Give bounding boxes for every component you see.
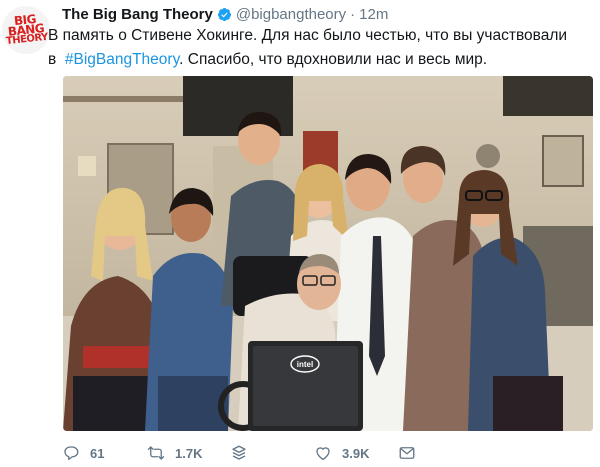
reply-count: 61 <box>90 445 105 461</box>
tweet-text-suffix: . Спасибо, что вдохновили нас и весь мир… <box>179 51 488 68</box>
like-count: 3.9K <box>342 445 370 461</box>
verified-badge-icon <box>217 7 232 22</box>
hashtag-link[interactable]: #BigBangTheory <box>65 51 179 68</box>
laptop-brand-label: intel <box>297 360 313 369</box>
retweet-count: 1.7K <box>175 445 203 461</box>
author-name[interactable]: The Big Bang Theory <box>62 6 213 23</box>
reply-icon <box>64 446 79 461</box>
tweet-timestamp[interactable]: 12m <box>359 6 388 23</box>
stack-button[interactable] <box>230 441 258 465</box>
retweet-button[interactable]: 1.7K <box>147 441 202 465</box>
avatar[interactable]: BIG BANG THEORY <box>0 3 53 57</box>
action-bar: 61 1.7K 3.9K <box>62 441 592 465</box>
cast-photo-illustration: intel <box>63 76 593 431</box>
stack-icon <box>232 445 246 460</box>
like-icon <box>316 447 330 461</box>
reply-button[interactable]: 61 <box>62 441 104 465</box>
like-button[interactable]: 3.9K <box>314 441 369 465</box>
tweet-photo[interactable]: intel <box>63 76 593 431</box>
retweet-icon <box>147 446 165 460</box>
tweet: BIG BANG THEORY The Big Bang Theory @big… <box>0 0 600 467</box>
tweet-text: В память о Стивене Хокинге. Для нас было… <box>48 24 596 72</box>
dm-icon <box>399 447 415 459</box>
header-separator: · <box>350 5 356 23</box>
tweet-text-prefix: в <box>48 51 57 68</box>
avatar-logo-theory: THEORY <box>5 31 49 47</box>
tweet-text-line1: В память о Стивене Хокинге. Для нас было… <box>48 27 568 44</box>
author-handle[interactable]: @bigbangtheory <box>236 6 346 23</box>
dm-button[interactable] <box>398 441 426 465</box>
tweet-header: The Big Bang Theory @bigbangtheory · 12m <box>62 5 388 23</box>
tweet-text-line2: в #BigBangTheory. Спасибо, что вдохновил… <box>48 48 596 72</box>
